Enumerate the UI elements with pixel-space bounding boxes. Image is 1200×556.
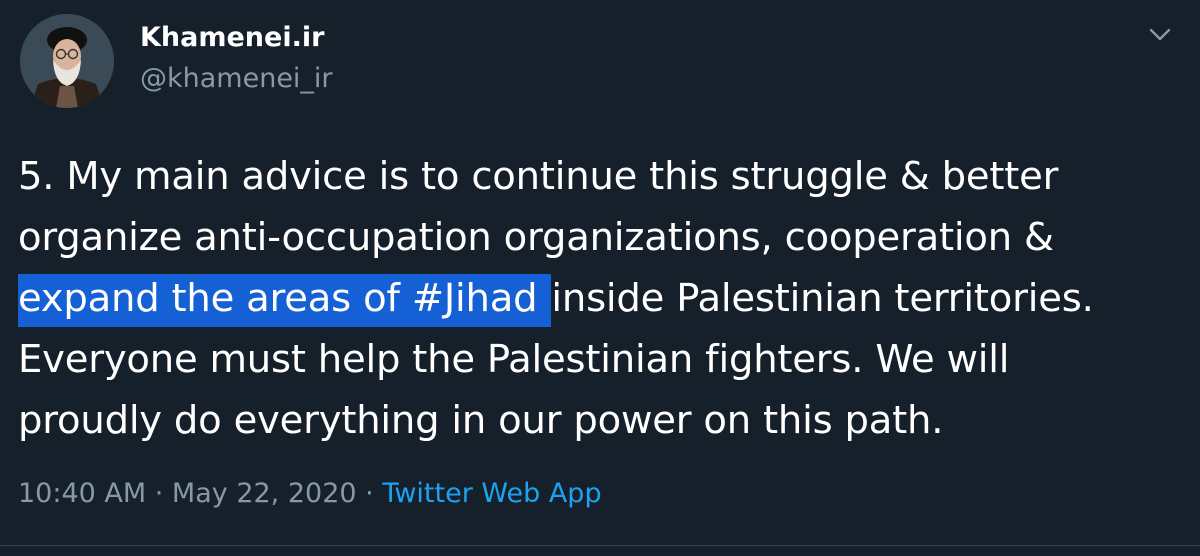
tweet-time[interactable]: 10:40 AM	[18, 478, 146, 509]
tweet-text-line: 5. My main advice is to continue this st…	[18, 154, 1059, 199]
meta-separator: ·	[146, 478, 172, 509]
chevron-down-icon[interactable]	[1146, 20, 1174, 48]
avatar[interactable]	[20, 14, 114, 108]
tweet-text-line: organize anti-occupation organizations, …	[18, 215, 1054, 260]
tweet-date[interactable]: May 22, 2020	[172, 478, 357, 509]
tweet-text-line: Everyone must help the Palestinian fight…	[18, 337, 1010, 382]
tweet-card: Khamenei.ir @khamenei_ir 5. My main advi…	[0, 0, 1200, 556]
tweet-text-line: expand the areas of #Jihad inside Palesti…	[18, 268, 1188, 329]
tweet-text-rest: inside Palestinian territories.	[551, 276, 1094, 321]
tweet-meta: 10:40 AM · May 22, 2020 · Twitter Web Ap…	[18, 478, 602, 509]
divider	[0, 545, 1200, 546]
display-name[interactable]: Khamenei.ir	[140, 22, 324, 53]
source-app-link[interactable]: Twitter Web App	[382, 478, 601, 509]
tweet-text-line: proudly do everything in our power on th…	[18, 398, 944, 443]
user-handle[interactable]: @khamenei_ir	[140, 63, 333, 94]
avatar-portrait	[20, 14, 114, 108]
selected-text: expand the areas of #Jihad	[18, 274, 552, 327]
tweet-text: 5. My main advice is to continue this st…	[18, 146, 1188, 451]
meta-separator: ·	[356, 478, 383, 509]
